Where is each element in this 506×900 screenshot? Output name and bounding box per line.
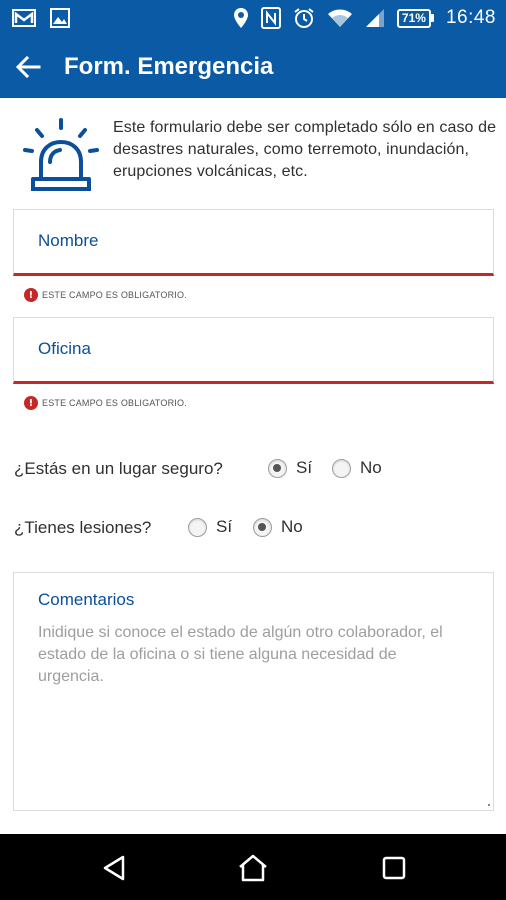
comments-label: Comentarios [38, 590, 135, 609]
status-notifications [12, 0, 70, 36]
wifi-icon [327, 9, 352, 27]
name-error-text: ESTE CAMPO ES OBLIGATORIO. [42, 290, 187, 300]
nav-recents-button[interactable] [374, 848, 414, 888]
navigation-bar [0, 834, 506, 900]
recents-icon [382, 856, 406, 880]
office-error-message: ! ESTE CAMPO ES OBLIGATORIO. [24, 396, 187, 410]
error-icon: ! [24, 288, 38, 302]
comments-textarea[interactable]: Comentarios Inidique si conoce el estado… [13, 572, 494, 811]
injuries-question: ¿Tienes lesiones? [14, 518, 152, 537]
name-error-message: ! ESTE CAMPO ES OBLIGATORIO. [24, 288, 187, 302]
back-button[interactable] [8, 47, 48, 87]
gmail-icon [12, 9, 36, 27]
image-icon [50, 8, 70, 28]
back-triangle-icon [103, 855, 125, 881]
signal-icon [365, 9, 384, 27]
safe-place-question: ¿Estás en un lugar seguro? [14, 459, 223, 478]
radio-unchecked-icon [188, 517, 207, 537]
office-field[interactable]: Oficina [13, 317, 494, 384]
safe-yes-radio[interactable]: Sí [268, 458, 312, 478]
radio-unchecked-icon [332, 458, 351, 478]
nav-home-button[interactable] [233, 848, 273, 888]
status-system: 71% 16:48 [233, 0, 496, 36]
battery-icon: 71% [396, 8, 434, 28]
status-time: 16:48 [445, 7, 496, 28]
office-field-label: Oficina [38, 339, 91, 358]
resize-handle-icon[interactable] [488, 804, 490, 806]
status-bar: 71% 16:48 [0, 0, 506, 36]
radio-checked-icon [268, 458, 287, 478]
radio-checked-icon [253, 517, 272, 537]
office-error-text: ESTE CAMPO ES OBLIGATORIO. [42, 398, 187, 408]
nav-back-button[interactable] [94, 848, 134, 888]
arrow-left-icon [15, 55, 41, 79]
injuries-yes-radio[interactable]: Sí [188, 517, 232, 537]
siren-icon [23, 118, 99, 191]
alarm-clock-icon [294, 8, 314, 28]
injuries-yes-label: Sí [216, 517, 233, 536]
injuries-no-label: No [281, 517, 303, 536]
error-icon: ! [24, 396, 38, 410]
home-icon [239, 854, 267, 882]
safe-no-label: No [360, 458, 382, 477]
injuries-no-radio[interactable]: No [253, 517, 303, 537]
location-icon [233, 8, 248, 28]
safe-yes-label: Sí [296, 458, 313, 477]
comments-placeholder: Inidique si conoce el estado de algún ot… [38, 624, 443, 685]
safe-no-radio[interactable]: No [332, 458, 382, 478]
name-field[interactable]: Nombre [13, 209, 494, 276]
intro-text: Este formulario debe ser completado sólo… [113, 119, 497, 180]
name-field-label: Nombre [38, 231, 99, 250]
app-bar: Form. Emergencia [0, 36, 506, 98]
battery-level: 71% [396, 8, 431, 28]
nfc-icon [260, 7, 281, 29]
page-title: Form. Emergencia [64, 53, 274, 80]
